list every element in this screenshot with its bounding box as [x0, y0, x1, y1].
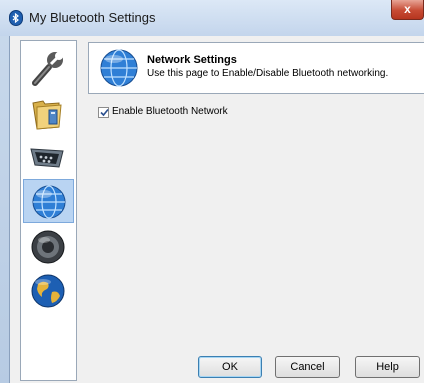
- network-globe-icon: [32, 185, 66, 219]
- sidebar: [20, 40, 77, 381]
- ok-button[interactable]: OK: [198, 356, 262, 378]
- earth-icon: [31, 274, 65, 308]
- checkmark-icon: [100, 108, 109, 117]
- sidebar-item-serial-port[interactable]: [23, 134, 74, 178]
- window-title: My Bluetooth Settings: [29, 10, 156, 25]
- sidebar-item-network[interactable]: [23, 179, 74, 223]
- page-description: Use this page to Enable/Disable Bluetoot…: [147, 68, 389, 79]
- serial-port-icon: [30, 148, 64, 168]
- speaker-icon: [31, 230, 65, 264]
- page-title: Network Settings: [147, 54, 237, 66]
- bluetooth-settings-window: My Bluetooth Settings x Network Settings…: [0, 0, 424, 383]
- sidebar-item-file-transfer[interactable]: [23, 90, 74, 134]
- help-button[interactable]: Help: [355, 356, 420, 378]
- wrench-icon: [32, 52, 63, 86]
- cancel-button[interactable]: Cancel: [275, 356, 340, 378]
- sidebar-item-audio[interactable]: [23, 224, 74, 268]
- close-icon: x: [404, 2, 411, 16]
- folder-icon: [32, 100, 62, 130]
- enable-network-checkbox[interactable]: [98, 107, 109, 118]
- sidebar-item-internet[interactable]: [23, 269, 74, 313]
- bluetooth-icon: [9, 10, 23, 26]
- sidebar-item-general[interactable]: [23, 46, 74, 90]
- page-header: Network Settings Use this page to Enable…: [88, 42, 424, 94]
- title-bar[interactable]: My Bluetooth Settings x: [0, 0, 424, 36]
- enable-network-label: Enable Bluetooth Network: [112, 106, 228, 117]
- network-globe-icon: [100, 49, 138, 87]
- close-button[interactable]: x: [391, 0, 424, 20]
